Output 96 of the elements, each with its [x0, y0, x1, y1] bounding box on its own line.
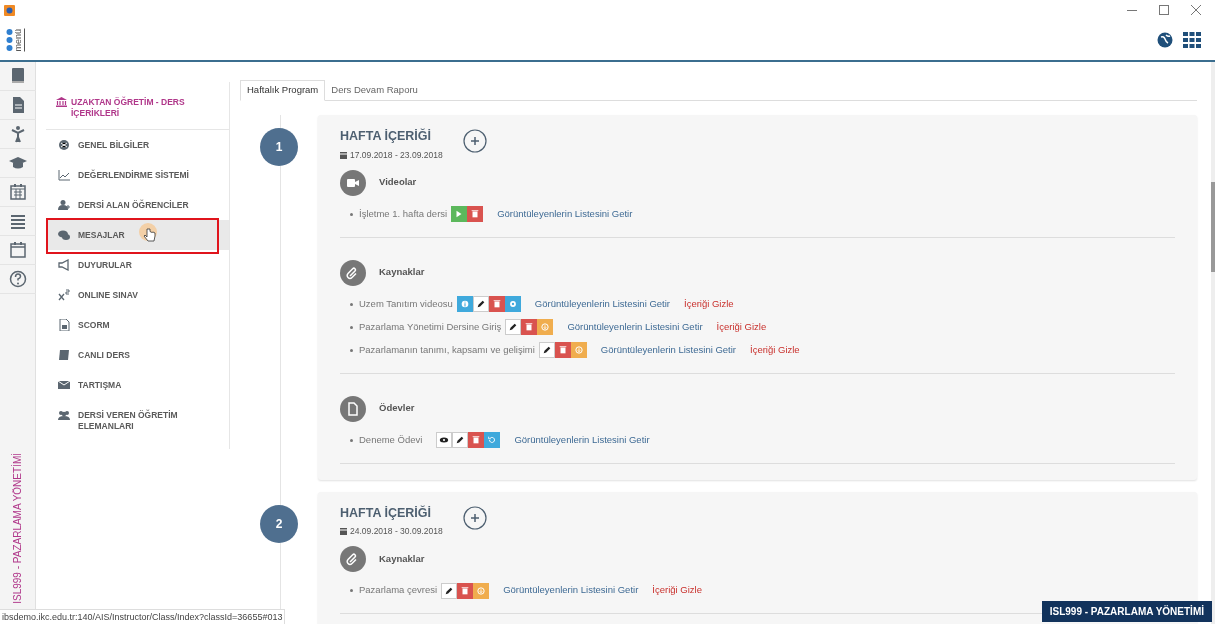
- trash-icon: [491, 299, 502, 309]
- edit-button[interactable]: [538, 342, 555, 358]
- bullet-icon: [350, 589, 353, 592]
- help-icon[interactable]: [8, 270, 27, 288]
- hide-content-link[interactable]: İçeriği Gizle: [652, 583, 702, 598]
- viewers-list-link[interactable]: Görüntüleyenlerin Listesini Getir: [497, 206, 633, 222]
- content-title: Uzem Tanıtım videosu: [359, 296, 453, 311]
- megaphone-icon: [58, 259, 70, 271]
- bullet-icon: [350, 212, 353, 216]
- pencil-icon: [455, 435, 466, 445]
- document-icon: [340, 395, 366, 422]
- status-bar-url: ibsdemo.ikc.edu.tr:140/AIS/Instructor/Class/Index?classId=36655#013: [0, 609, 286, 624]
- bank-icon: [56, 97, 67, 107]
- tab[interactable]: Ders Devam Raporu: [325, 80, 424, 101]
- trash-icon: [524, 322, 535, 332]
- week-number: 1: [260, 128, 298, 166]
- content-title: Pazarlama Yönetimi Dersine Giriş: [359, 319, 502, 334]
- close-icon[interactable]: [1191, 5, 1201, 15]
- week-dates: 17.09.2018 - 23.09.2018: [350, 148, 443, 162]
- content-title: Pazarlama çevresi: [359, 583, 438, 598]
- section-title: Kaynaklar: [379, 551, 425, 566]
- add-icon[interactable]: [462, 505, 487, 530]
- info-icon: [58, 139, 70, 151]
- viewers-list-link[interactable]: Görüntüleyenlerin Listesini Getir: [534, 296, 670, 312]
- trash-icon: [460, 585, 471, 596]
- history-icon: [487, 435, 498, 445]
- hand-cursor-icon: [138, 223, 160, 245]
- course-badge: ISL999 - PAZARLAMA YÖNETİMİ: [1041, 601, 1212, 622]
- hide-content-link[interactable]: İçeriği Gizle: [750, 342, 800, 358]
- week-number: 2: [260, 504, 298, 543]
- pencil-icon: [508, 322, 519, 332]
- view-button[interactable]: [436, 432, 453, 448]
- week-title: HAFTA İÇERİĞİ: [340, 127, 432, 145]
- file-icon: [58, 319, 70, 331]
- add-user-icon: [58, 199, 70, 211]
- video-camera-icon: [340, 169, 366, 196]
- delete-button[interactable]: [468, 432, 485, 448]
- section-title: Ödevler: [379, 401, 415, 416]
- viewers-list-link[interactable]: Görüntüleyenlerin Listesini Getir: [567, 319, 703, 335]
- add-icon[interactable]: [462, 129, 487, 153]
- sidebar-header: UZAKTAN ÖĞRETİM - DERS İÇERİKLERİ: [71, 95, 186, 119]
- download-icon: [540, 322, 551, 332]
- delete-button[interactable]: [521, 319, 538, 335]
- pencil-icon: [444, 585, 455, 596]
- section-title: Videolar: [379, 175, 417, 190]
- gear-icon: [507, 299, 518, 309]
- delete-button[interactable]: [467, 206, 484, 222]
- eye-icon: [439, 435, 450, 445]
- line-chart-icon: [58, 169, 70, 181]
- globe-icon[interactable]: [1157, 32, 1173, 48]
- play-button[interactable]: [451, 206, 468, 222]
- menu-logo[interactable]: menü: [6, 28, 25, 52]
- info-icon: [459, 299, 470, 309]
- week-dates: 24.09.2018 - 30.09.2018: [350, 525, 443, 538]
- app-icon: [4, 4, 15, 16]
- calendar-icon: [340, 151, 347, 159]
- edit-button[interactable]: [441, 582, 458, 599]
- content-title: Pazarlamanın tanımı, kapsamı ve gelişimi: [359, 342, 535, 357]
- superscript-icon: [58, 289, 70, 301]
- bullet-icon: [350, 325, 353, 329]
- bullet-icon: [350, 302, 353, 306]
- tab[interactable]: Haftalık Program: [240, 80, 326, 101]
- paperclip-icon: [340, 546, 366, 572]
- week-title: HAFTA İÇERİĞİ: [340, 504, 432, 522]
- list-icon[interactable]: [8, 212, 27, 230]
- users-icon: [58, 409, 70, 421]
- content-title: Deneme Ödevi: [359, 432, 423, 447]
- delete-button[interactable]: [457, 582, 474, 599]
- course-title: ISL999 - PAZARLAMA YÖNETİMİ: [10, 453, 24, 604]
- hide-content-link[interactable]: İçeriği Gizle: [716, 319, 767, 335]
- download-icon: [476, 585, 487, 596]
- calendar-icon: [340, 528, 347, 536]
- maximize-icon[interactable]: [1159, 5, 1169, 15]
- trash-icon: [471, 435, 482, 445]
- chat-bubbles-icon: [58, 229, 70, 241]
- viewers-list-link[interactable]: Görüntüleyenlerin Listesini Getir: [600, 342, 736, 358]
- envelope-icon: [58, 379, 70, 391]
- calendar-icon[interactable]: [8, 241, 27, 259]
- viewers-list-link[interactable]: Görüntüleyenlerin Listesini Getir: [503, 583, 639, 598]
- calendar-icon[interactable]: [8, 183, 27, 201]
- pencil-icon: [541, 345, 552, 355]
- content-title: İşletme 1. hafta dersi: [359, 206, 448, 221]
- pencil-icon: [475, 299, 486, 309]
- apps-grid-icon[interactable]: [1183, 32, 1201, 48]
- viewers-list-link[interactable]: Görüntüleyenlerin Listesini Getir: [514, 432, 650, 448]
- hide-content-link[interactable]: İçeriği Gizle: [684, 296, 734, 312]
- download-icon: [573, 345, 584, 355]
- trash-icon: [470, 209, 481, 219]
- book-icon: [58, 349, 70, 361]
- section-title: Kaynaklar: [379, 265, 425, 280]
- bullet-icon: [350, 438, 353, 442]
- edit-button[interactable]: [452, 432, 469, 448]
- trash-icon: [557, 345, 568, 355]
- bullet-icon: [350, 348, 353, 352]
- edit-button[interactable]: [505, 319, 522, 335]
- paperclip-icon: [340, 259, 366, 286]
